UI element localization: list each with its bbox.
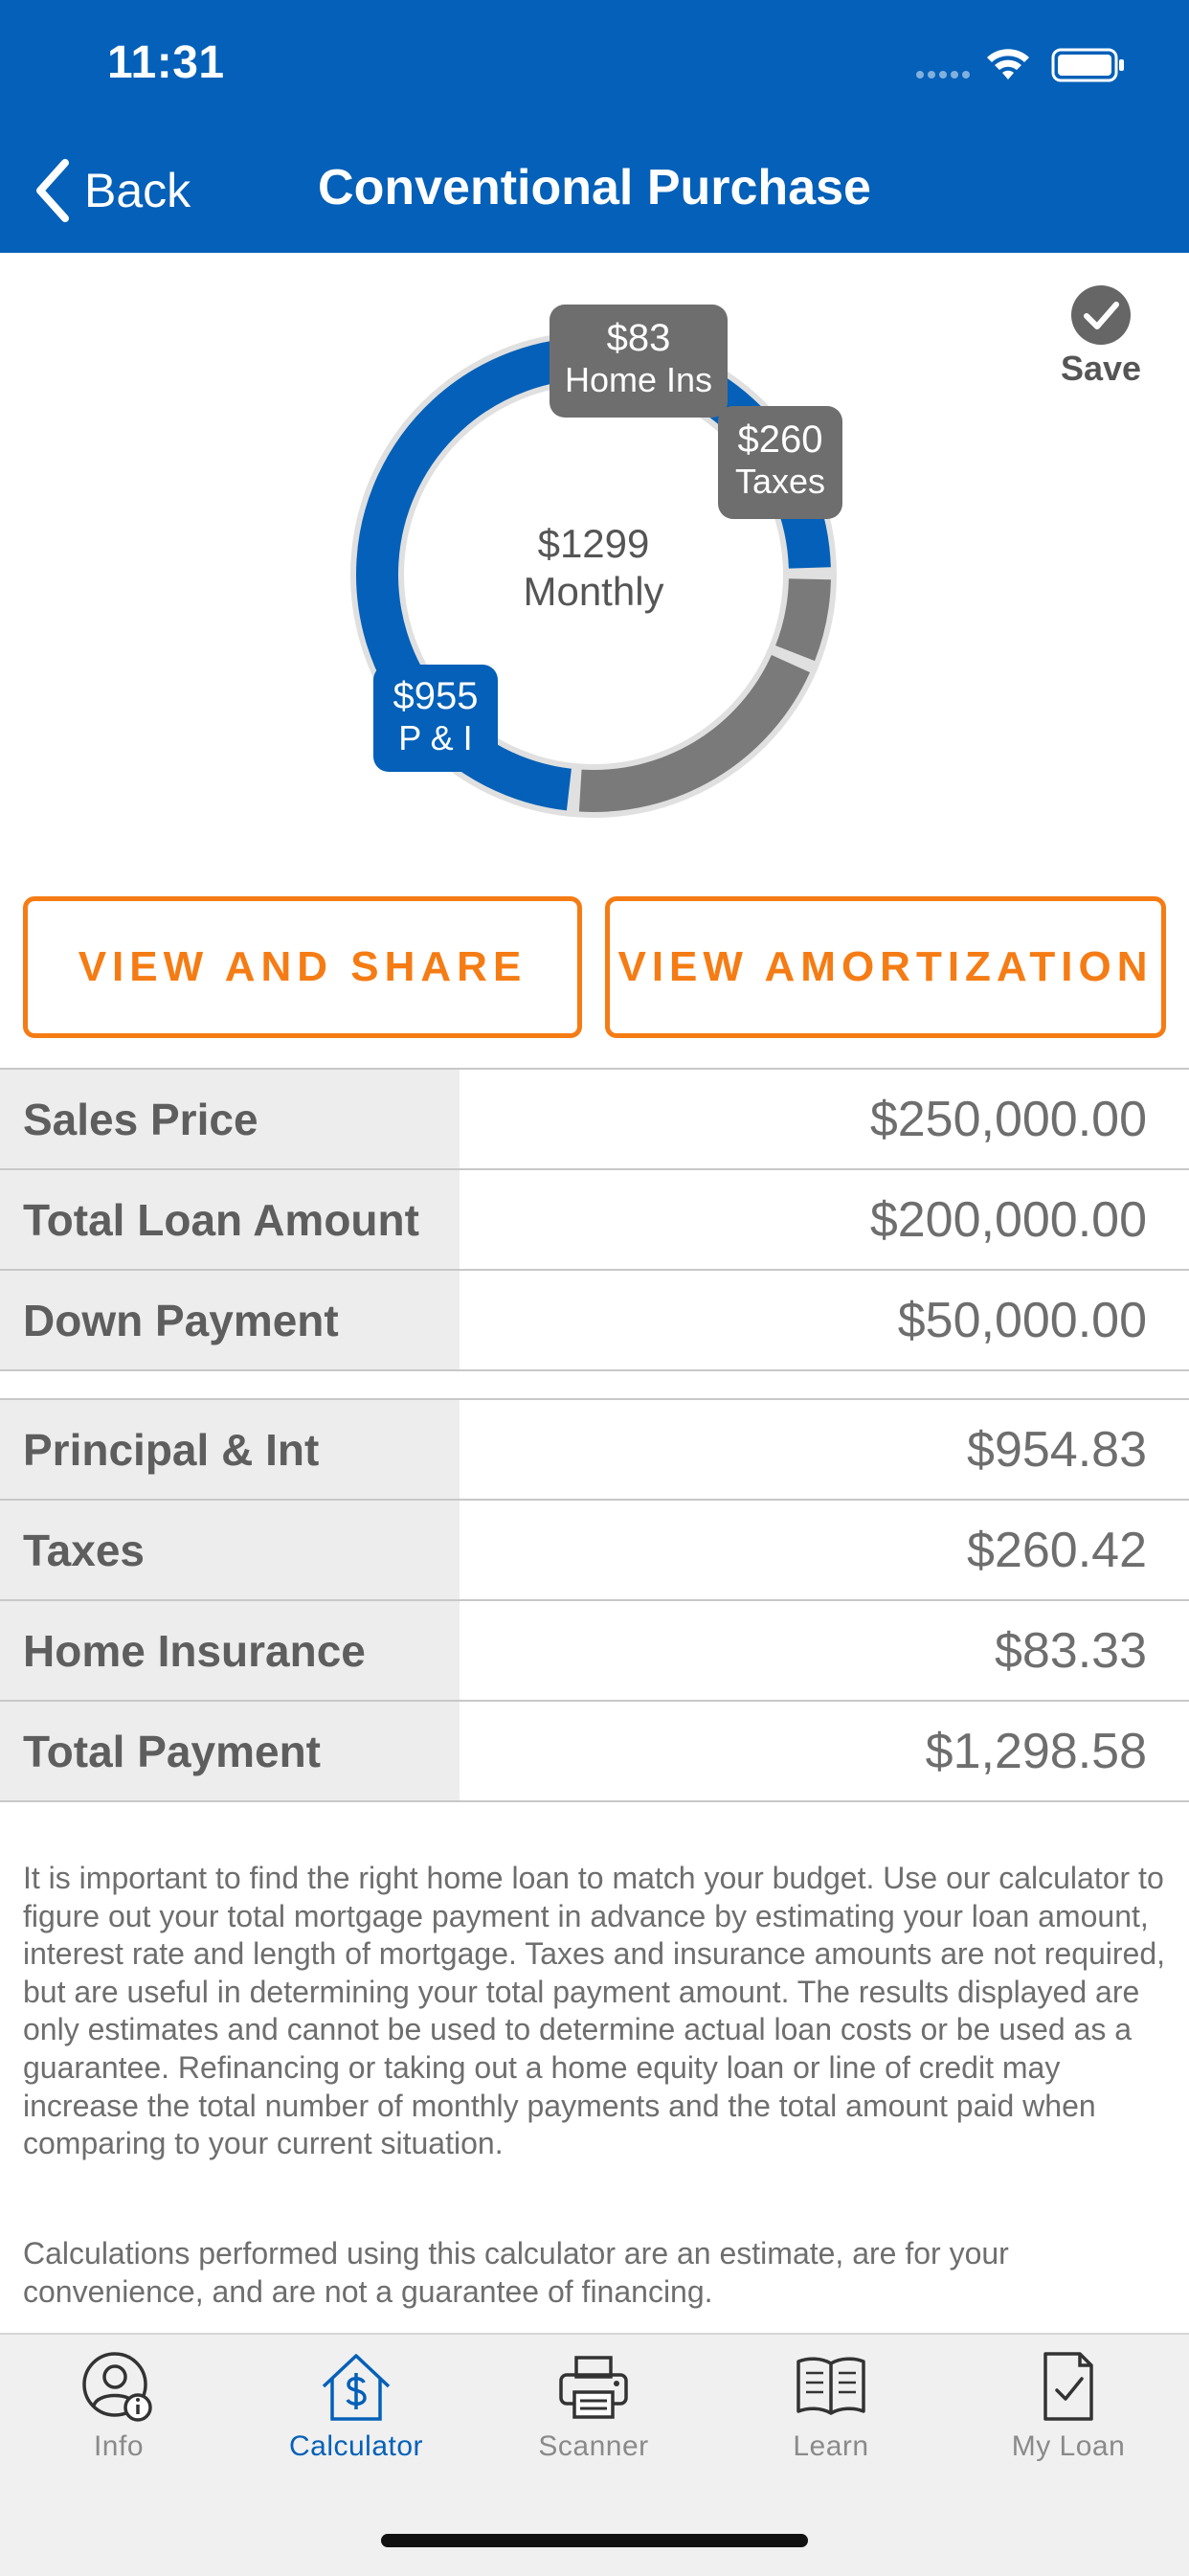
payment-breakdown-table: Principal & Int $954.83 Taxes $260.42 Ho… xyxy=(0,1398,1189,1802)
row-label: Total Loan Amount xyxy=(0,1170,460,1269)
row-label: Home Insurance xyxy=(0,1601,460,1700)
table-row[interactable]: Sales Price $250,000.00 xyxy=(0,1070,1189,1170)
wifi-icon xyxy=(987,49,1029,79)
tab-label: My Loan xyxy=(1011,2430,1126,2462)
page-title: Conventional Purchase xyxy=(318,160,871,215)
monthly-total-label: Monthly xyxy=(523,569,664,614)
donut-segment-home-insurance xyxy=(774,577,831,662)
document-check-icon xyxy=(1043,2352,1093,2421)
table-row[interactable]: Taxes $260.42 xyxy=(0,1501,1189,1601)
row-value: $954.83 xyxy=(967,1421,1147,1478)
table-row[interactable]: Down Payment $50,000.00 xyxy=(0,1271,1189,1371)
taxes-amount: $260 xyxy=(737,418,823,461)
open-book-icon xyxy=(796,2357,865,2415)
row-value: $50,000.00 xyxy=(897,1292,1147,1348)
table-row[interactable]: Principal & Int $954.83 xyxy=(0,1400,1189,1501)
table-row[interactable]: Total Loan Amount $200,000.00 xyxy=(0,1170,1189,1271)
row-label: Taxes xyxy=(0,1501,460,1599)
principal-interest-amount: $955 xyxy=(393,675,479,717)
monthly-total-amount: $1299 xyxy=(537,521,650,566)
loan-summary-table: Sales Price $250,000.00 Total Loan Amoun… xyxy=(0,1068,1189,1371)
taxes-tag: $260 Taxes xyxy=(718,406,842,519)
taxes-label: Taxes xyxy=(734,462,826,501)
save-button[interactable]: Save xyxy=(1034,283,1168,389)
row-value: $1,298.58 xyxy=(925,1723,1147,1779)
row-label: Total Payment xyxy=(0,1702,460,1800)
person-info-icon xyxy=(82,2352,152,2422)
battery-icon xyxy=(1051,48,1124,82)
tab-label: Learn xyxy=(793,2430,869,2462)
printer-icon xyxy=(559,2356,628,2419)
save-label: Save xyxy=(1060,349,1142,388)
checkmark-circle-icon xyxy=(1071,285,1131,345)
principal-interest-tag: $955 P & I xyxy=(373,665,498,772)
row-value: $200,000.00 xyxy=(869,1191,1147,1248)
home-indicator xyxy=(381,2534,808,2547)
row-label: Principal & Int xyxy=(0,1400,460,1499)
principal-interest-label: P & I xyxy=(398,718,473,757)
home-insurance-label: Home Ins xyxy=(564,360,713,399)
row-value: $83.33 xyxy=(994,1622,1147,1679)
house-dollar-icon xyxy=(322,2354,391,2421)
tab-label: Scanner xyxy=(538,2430,649,2462)
tab-scanner[interactable]: Scanner xyxy=(475,2348,712,2463)
disclaimer-paragraph: It is important to find the right home l… xyxy=(23,1861,1166,2161)
row-label: Down Payment xyxy=(0,1271,460,1369)
table-row[interactable]: Total Payment $1,298.58 xyxy=(0,1702,1189,1802)
status-time: 11:31 xyxy=(107,37,225,88)
cellular-signal-icon xyxy=(916,71,970,79)
tab-label: Info xyxy=(93,2430,145,2462)
table-row[interactable]: Home Insurance $83.33 xyxy=(0,1601,1189,1702)
tab-learn[interactable]: Learn xyxy=(712,2348,950,2463)
row-label: Sales Price xyxy=(0,1070,460,1168)
disclaimer-paragraph: Calculations performed using this calcul… xyxy=(23,2236,1009,2309)
tab-my-loan[interactable]: My Loan xyxy=(950,2348,1187,2463)
view-amortization-button[interactable]: VIEW AMORTIZATION xyxy=(605,896,1166,1038)
row-value: $250,000.00 xyxy=(869,1091,1147,1147)
home-insurance-amount: $83 xyxy=(606,317,671,359)
row-value: $260.42 xyxy=(967,1522,1147,1578)
tab-info[interactable]: Info xyxy=(0,2348,237,2463)
tab-calculator[interactable]: Calculator xyxy=(237,2348,475,2463)
view-and-share-button[interactable]: VIEW AND SHARE xyxy=(23,896,582,1038)
home-insurance-tag: $83 Home Ins xyxy=(550,305,728,418)
tab-label: Calculator xyxy=(288,2430,424,2462)
